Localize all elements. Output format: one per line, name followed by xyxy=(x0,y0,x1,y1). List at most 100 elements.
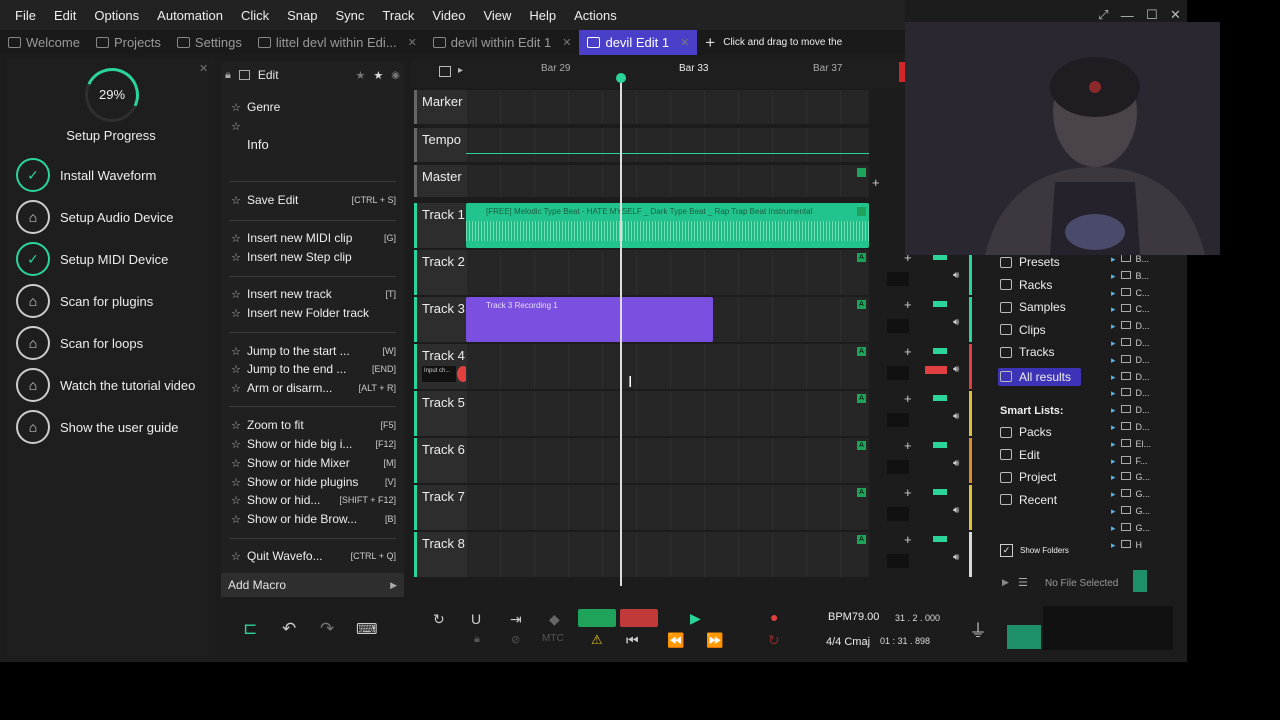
pan-fader[interactable] xyxy=(933,348,947,354)
star-icon[interactable]: ☆ xyxy=(231,120,247,133)
track-lane[interactable]: [FREE] Melodic Type Beat - HATE MYSELF _… xyxy=(466,203,869,248)
close-icon[interactable]: ✕ xyxy=(1170,7,1181,23)
folder-tree-item[interactable]: ▸ F... xyxy=(1111,455,1148,467)
star-icon[interactable]: ☆ xyxy=(231,363,247,376)
star-icon[interactable]: ☆ xyxy=(231,513,247,526)
a-indicator[interactable] xyxy=(857,207,866,216)
setup-step[interactable]: ⌂ Setup Audio Device xyxy=(16,200,173,234)
smart-list-item[interactable]: Packs xyxy=(1000,425,1052,439)
loop-icon[interactable]: ↻ xyxy=(433,611,445,628)
edit-action-item[interactable]: ☆ Insert new track [T] xyxy=(231,287,396,301)
warning-icon[interactable]: ⚠ xyxy=(591,632,603,648)
preview-volume[interactable] xyxy=(1133,570,1147,592)
menu-video[interactable]: Video xyxy=(423,8,474,23)
folder-tree-item[interactable]: ▸ C... xyxy=(1111,287,1150,299)
skip-start-icon[interactable]: ⏮ xyxy=(626,632,639,649)
track-header[interactable]: Track 7 xyxy=(414,485,466,530)
volume-slot[interactable] xyxy=(887,507,909,521)
folder-tree-item[interactable]: ▸ G... xyxy=(1111,506,1150,517)
browser-item[interactable]: Samples xyxy=(1000,300,1066,314)
star-icon[interactable]: ☆ xyxy=(231,494,247,507)
volume-slot[interactable] xyxy=(887,319,909,333)
track-lane[interactable] xyxy=(466,344,869,389)
expand-icon[interactable]: ▸ xyxy=(1111,523,1116,533)
master-volume[interactable] xyxy=(1007,625,1041,649)
expand-icon[interactable]: ▸ xyxy=(1111,472,1116,482)
tab-1[interactable]: Projects xyxy=(88,30,169,55)
plus-icon[interactable]: + xyxy=(904,532,912,547)
list-icon[interactable]: ☰ xyxy=(1018,576,1028,589)
folder-tree-item[interactable]: ▸ D... xyxy=(1111,371,1150,383)
a-indicator[interactable]: A xyxy=(857,488,866,497)
folder-tree-item[interactable]: ▸ G... xyxy=(1111,522,1150,534)
a-indicator[interactable]: A xyxy=(857,394,866,403)
track-header[interactable]: Master xyxy=(414,165,466,197)
audio-clip[interactable]: [FREE] Melodic Type Beat - HATE MYSELF _… xyxy=(466,203,869,248)
bpm-display[interactable]: BPM79.00 xyxy=(828,611,879,623)
menu-automation[interactable]: Automation xyxy=(148,8,232,23)
a-indicator[interactable]: A xyxy=(857,441,866,450)
expand-icon[interactable]: ▸ xyxy=(1111,489,1116,499)
a-indicator[interactable]: A xyxy=(857,535,866,544)
mute-button[interactable] xyxy=(925,366,947,374)
close-icon[interactable]: ✕ xyxy=(562,36,571,49)
a-indicator[interactable]: A xyxy=(857,253,866,262)
playhead[interactable] xyxy=(620,76,622,586)
expand-icon[interactable]: ▸ xyxy=(1111,254,1116,264)
menu-options[interactable]: Options xyxy=(85,8,148,23)
sync-icon[interactable]: ⊘ xyxy=(511,633,520,646)
folder-tree-item[interactable]: ▸ B... xyxy=(1111,254,1149,265)
genre-field[interactable]: ☆ Genre xyxy=(231,100,396,114)
redo-icon[interactable]: ↷ xyxy=(320,619,334,639)
record-icon[interactable]: ● xyxy=(770,609,778,625)
playhead-marker[interactable] xyxy=(616,73,626,83)
track-header[interactable]: Marker xyxy=(414,90,466,124)
undo-icon[interactable]: ↶ xyxy=(282,619,296,639)
edit-action-item[interactable]: ☆ Show or hide Brow... [B] xyxy=(231,512,396,526)
speaker-icon[interactable]: 🔊︎ xyxy=(953,458,959,469)
browser-item[interactable]: Clips xyxy=(1000,323,1046,337)
volume-slot[interactable] xyxy=(887,554,909,568)
edit-action-item[interactable]: ☆ Show or hide big i... [F12] xyxy=(231,437,396,451)
edit-action-item[interactable]: ☆ Insert new Step clip xyxy=(231,250,396,264)
speaker-icon[interactable]: 🔊︎ xyxy=(953,270,959,281)
info-field[interactable]: Info xyxy=(231,137,396,152)
speaker-icon[interactable]: 🔊︎ xyxy=(953,411,959,422)
play-icon[interactable]: ▶ xyxy=(690,610,701,627)
star-icon[interactable]: ☆ xyxy=(231,288,247,301)
track-lane[interactable] xyxy=(466,250,869,295)
plus-icon[interactable]: + xyxy=(904,297,912,312)
menu-file[interactable]: File xyxy=(6,8,45,23)
checkbox-icon[interactable]: ✓ xyxy=(1000,544,1013,557)
edit-action-item[interactable]: ☆ Jump to the start ... [W] xyxy=(231,344,396,358)
add-macro-button[interactable]: Add Macro ▶ xyxy=(221,573,404,597)
fast-forward-icon[interactable]: ⏩ xyxy=(706,632,723,649)
star-icon[interactable]: ☆ xyxy=(231,438,247,451)
track-lane[interactable] xyxy=(466,485,869,530)
add-tab-icon[interactable]: + xyxy=(697,33,723,53)
folder-tree-item[interactable]: ▸ D... xyxy=(1111,321,1150,332)
expand-icon[interactable]: ⤢ xyxy=(1098,7,1108,23)
auto-record-button[interactable] xyxy=(578,609,616,627)
close-icon[interactable]: ✕ xyxy=(680,36,689,49)
speaker-icon[interactable]: 🔊︎ xyxy=(953,552,959,563)
edit-action-item[interactable]: ☆ Arm or disarm... [ALT + R] xyxy=(231,381,396,395)
star-icon[interactable]: ☆ xyxy=(231,345,247,358)
smart-list-item[interactable]: Project xyxy=(1000,470,1056,484)
edit-action-item[interactable]: ☆ Show or hide Mixer [M] xyxy=(231,456,396,470)
plus-icon[interactable]: + xyxy=(872,175,880,190)
expand-icon[interactable]: ▸ xyxy=(1111,372,1116,382)
plus-icon[interactable]: + xyxy=(904,391,912,406)
star-icon[interactable]: ☆ xyxy=(231,101,247,114)
edit-action-item[interactable]: ☆ Quit Wavefo... [CTRL + Q] xyxy=(231,549,396,563)
setup-step[interactable]: ✓ Install Waveform xyxy=(16,158,156,192)
track-lane[interactable] xyxy=(466,391,869,436)
folder-tree-item[interactable]: ▸ El... xyxy=(1111,438,1151,450)
pan-fader[interactable] xyxy=(933,395,947,401)
time-display[interactable]: 01 : 31 . 898 xyxy=(880,636,930,646)
folder-tree-item[interactable]: ▸ D... xyxy=(1111,405,1150,416)
expand-icon[interactable]: ▸ xyxy=(1111,422,1116,432)
a-indicator[interactable]: A xyxy=(857,347,866,356)
track-header[interactable]: Track 5 xyxy=(414,391,466,436)
pan-fader[interactable] xyxy=(933,301,947,307)
